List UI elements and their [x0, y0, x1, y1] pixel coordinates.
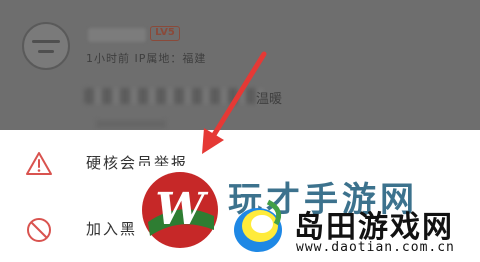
comment-second-line	[96, 120, 166, 128]
comment-meta: 1小时前 IP属地：福建	[86, 52, 207, 65]
svg-text:W: W	[155, 184, 209, 235]
username-blurred[interactable]	[88, 28, 146, 42]
watermark: W 玩才手游网 岛田游戏网 www.daotian.com.cn	[136, 166, 480, 262]
block-circle-icon	[27, 218, 51, 242]
warning-triangle-icon	[26, 152, 52, 175]
sheet-item-label: 加入黑	[86, 220, 138, 238]
swirl-logo-icon	[234, 199, 282, 252]
annotation-arrow-icon	[202, 51, 267, 154]
avatar[interactable]	[22, 22, 70, 70]
level-badge: LV5	[150, 26, 180, 41]
watermark-url: www.daotian.com.cn	[296, 240, 455, 255]
site-logo-icon: W	[142, 172, 218, 248]
